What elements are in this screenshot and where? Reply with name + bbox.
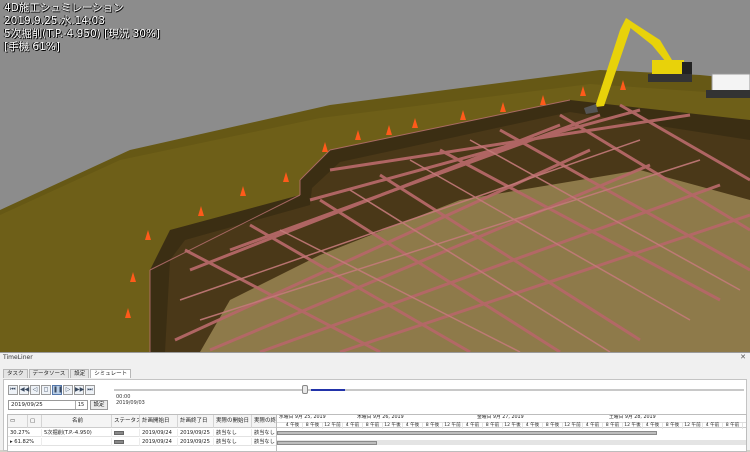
gantt-hour: 4 午前: [703, 423, 723, 429]
row-name: 5次掘削(T.P.-4.950): [42, 429, 112, 437]
timeliner-title: TimeLiner: [3, 354, 33, 361]
gantt-hour: 8 午前: [723, 423, 743, 429]
3d-viewport[interactable]: 4D施工シュミレーション 2019.9.25.水.14:03 5次掘削(T.P.…: [0, 0, 750, 352]
close-icon[interactable]: ✕: [740, 353, 746, 361]
gantt-hour: 4 午後: [283, 423, 303, 429]
col-plan-end[interactable]: 計画終了日: [178, 415, 214, 428]
gantt-hour: 4 午前: [583, 423, 603, 429]
gantt-hour: 8 午後: [423, 423, 443, 429]
gantt-hour: 8 午前: [603, 423, 623, 429]
sim-title: 4D施工シュミレーション: [4, 2, 124, 14]
fast-forward-icon[interactable]: ▶▶: [74, 385, 84, 395]
gantt-hour: 12 午前: [563, 423, 583, 429]
simulate-pane: ⏮ ◀◀ ◁ ◻ ❚❚ ▷ ▶▶ ⏭ 00:00 2019/09/03 2019…: [3, 379, 747, 452]
row-name: [42, 438, 112, 446]
status-icon: [112, 429, 140, 437]
col-comment-icon[interactable]: ▢: [28, 415, 42, 428]
gantt-hour: 8 午前: [363, 423, 383, 429]
gantt-hour: 12 午後: [383, 423, 403, 429]
col-status[interactable]: ステータス: [112, 415, 140, 428]
step-forward-icon[interactable]: ▷: [63, 385, 73, 395]
row-plan-start: 2019/09/24: [140, 438, 178, 446]
tab-settings[interactable]: 設定: [70, 369, 90, 378]
gantt-day: 土曜日 9月 28, 2019: [609, 415, 656, 420]
gantt-day-header: 水曜日 9月 25, 2019 木曜日 9月 26, 2019 金曜日 9月 2…: [277, 415, 746, 421]
col-plan-start[interactable]: 計画開始日: [140, 415, 178, 428]
row-actual-end: 該当なし: [252, 438, 278, 446]
gantt-day: 木曜日 9月 26, 2019: [357, 415, 404, 420]
go-start-icon[interactable]: ⏮: [8, 385, 18, 395]
row-plan-end: 2019/09/25: [178, 429, 214, 437]
row-actual-end: 該当なし: [252, 429, 278, 437]
gantt-day: 水曜日 9月 25, 2019: [279, 415, 326, 420]
gantt-hour: 12 午後: [503, 423, 523, 429]
gantt-hour: 8 午後: [303, 423, 323, 429]
time-slider-handle[interactable]: [302, 385, 308, 394]
timeliner-tabs: タスク データソース 設定 シミュレート: [3, 369, 132, 378]
set-date-button[interactable]: 設定: [90, 400, 108, 410]
gantt-hour: 4 午後: [523, 423, 543, 429]
gantt-hour: 12 午前: [683, 423, 703, 429]
gantt-hour: 8 午後: [663, 423, 683, 429]
col-active-icon[interactable]: ▭: [8, 415, 28, 428]
row-actual-start: 該当なし: [214, 438, 252, 446]
row-plan-start: 2019/09/24: [140, 429, 178, 437]
col-actual-end[interactable]: 実際の終: [252, 415, 278, 428]
construction-scene: [0, 0, 750, 352]
sim-datetime: 2019.9.25.水.14:03: [4, 15, 105, 27]
table-row[interactable]: ▸ 61.82% 2019/09/24 2019/09/25 該当なし 該当なし: [8, 438, 278, 446]
slider-date-label: 2019/09/03: [116, 400, 145, 406]
gantt-hour: 4 午前: [463, 423, 483, 429]
gantt-hour: 12 午前: [323, 423, 343, 429]
pause-icon[interactable]: ❚❚: [52, 385, 63, 395]
row-plan-end: 2019/09/25: [178, 438, 214, 446]
gantt-hour-header: 4 午後 8 午後 12 午前 4 午前 8 午前 12 午後 4 午後 8 午後 12 午前 4…: [277, 422, 746, 429]
sim-activity: 5次掘削(T.P.-4.950) [現況 30%]: [4, 28, 160, 40]
col-name[interactable]: 名前: [42, 415, 112, 428]
go-end-icon[interactable]: ⏭: [85, 385, 95, 395]
sim-progress: [手機 61%]: [4, 41, 60, 53]
gantt-day: 金曜日 9月 27, 2019: [477, 415, 524, 420]
row-actual-start: 該当なし: [214, 429, 252, 437]
row-percent: 30.27%: [8, 429, 42, 437]
task-grid-header: ▭ ▢ 名前 ステータス 計画開始日 計画終了日 実際の開始日 実際の終: [8, 415, 278, 428]
row-percent-value: 61.82%: [14, 439, 35, 445]
calendar-icon[interactable]: 15: [75, 401, 86, 409]
row-percent: ▸ 61.82%: [8, 438, 42, 446]
rewind-icon[interactable]: ◀◀: [19, 385, 29, 395]
gantt-hour: 8 午前: [483, 423, 503, 429]
gantt-chart[interactable]: 水曜日 9月 25, 2019 木曜日 9月 26, 2019 金曜日 9月 2…: [277, 414, 747, 452]
gantt-hour: 4 午後: [403, 423, 423, 429]
col-actual-start[interactable]: 実際の開始日: [214, 415, 252, 428]
gantt-hour: 12 午前: [443, 423, 463, 429]
tab-tasks[interactable]: タスク: [3, 369, 28, 378]
gantt-hour: 4 午後: [643, 423, 663, 429]
status-icon: [112, 438, 140, 446]
task-grid: ▭ ▢ 名前 ステータス 計画開始日 計画終了日 実際の開始日 実際の終 30.…: [7, 414, 278, 452]
gantt-hour: 8 午後: [543, 423, 563, 429]
table-row[interactable]: 30.27% 5次掘削(T.P.-4.950) 2019/09/24 2019/…: [8, 429, 278, 437]
tab-data-sources[interactable]: データソース: [28, 369, 70, 378]
gantt-bar[interactable]: [277, 441, 377, 445]
time-slider-progress: [311, 389, 345, 391]
gantt-bar[interactable]: [277, 431, 657, 435]
gantt-hour: 4 午前: [343, 423, 363, 429]
step-back-icon[interactable]: ◁: [30, 385, 40, 395]
timeliner-panel: TimeLiner ✕ タスク データソース 設定 シミュレート ⏮ ◀◀ ◁ …: [0, 352, 750, 452]
gantt-hour: 12 午後: [623, 423, 643, 429]
time-slider-track[interactable]: [114, 389, 744, 391]
tab-simulate[interactable]: シミュレート: [90, 369, 132, 378]
stop-icon[interactable]: ◻: [41, 385, 51, 395]
